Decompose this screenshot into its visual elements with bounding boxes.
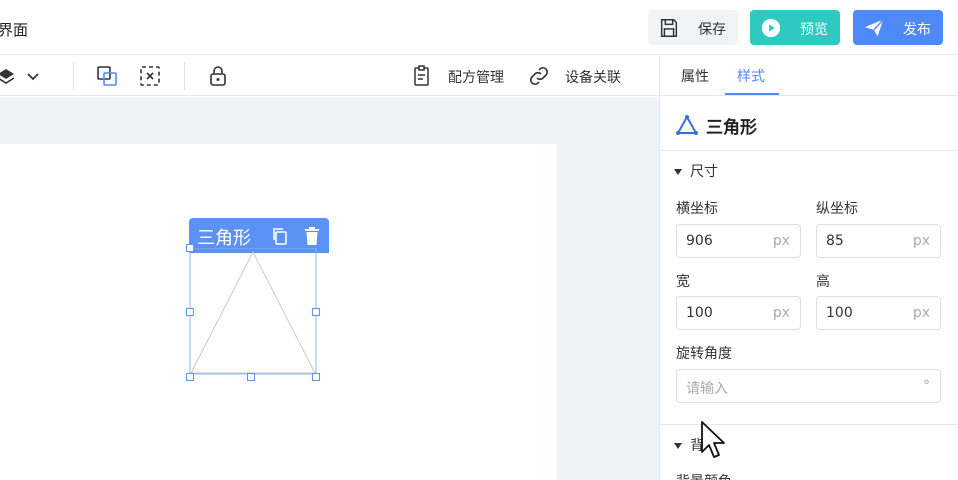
rotation-label: 旋转角度 — [676, 346, 732, 362]
section-divider — [660, 150, 958, 151]
send-icon — [864, 19, 884, 37]
caret-down-icon — [674, 443, 682, 449]
size-section-toggle[interactable]: 尺寸 — [674, 161, 718, 181]
copy-icon[interactable] — [271, 227, 289, 245]
height-input[interactable]: 100 px — [816, 296, 941, 330]
y-input[interactable]: 85 px — [816, 224, 941, 258]
y-value: 85 — [826, 233, 844, 249]
width-value: 100 — [686, 305, 713, 321]
recipe-icon[interactable] — [410, 64, 434, 88]
caret-down-icon — [674, 169, 682, 175]
lock-icon[interactable] — [206, 64, 230, 88]
resize-handle-bottom-right[interactable] — [312, 373, 320, 381]
device-association-button[interactable]: 设备关联 — [565, 67, 621, 87]
rotation-placeholder: 请输入 — [686, 381, 728, 397]
layer-icon[interactable] — [0, 64, 18, 88]
page-title: 界面 — [0, 21, 29, 39]
selected-component-title: 三角形 — [197, 228, 251, 249]
canvas-area — [0, 97, 659, 480]
width-unit: px — [772, 305, 790, 321]
editor-toolbar: 配方管理 设备关联 — [0, 56, 659, 96]
resize-handle-right[interactable] — [312, 308, 320, 316]
trash-icon[interactable] — [304, 227, 320, 245]
background-color-label: 背景颜色 — [676, 471, 732, 480]
active-tab-indicator — [725, 93, 779, 95]
component-header: 三角形 — [676, 114, 757, 138]
x-label: 横坐标 — [676, 201, 718, 217]
resize-handle-bottom[interactable] — [247, 373, 255, 381]
save-label: 保存 — [698, 22, 726, 38]
group-icon[interactable] — [95, 64, 119, 88]
x-unit: px — [772, 233, 790, 249]
tab-style[interactable]: 样式 — [737, 66, 765, 86]
resize-handle-left[interactable] — [186, 308, 194, 316]
y-label: 纵坐标 — [816, 201, 858, 217]
property-panel: 属性 样式 三角形 尺寸 横坐标 纵坐标 906 px 85 px 宽 高 10… — [659, 56, 958, 480]
preview-label: 预览 — [800, 22, 828, 38]
rotation-input[interactable]: 请输入 ° — [676, 369, 941, 403]
toolbar-divider — [184, 62, 185, 90]
link-icon[interactable] — [527, 64, 551, 88]
top-header: 界面 保存 预览 发布 — [0, 0, 958, 55]
tab-properties[interactable]: 属性 — [681, 66, 709, 86]
y-unit: px — [912, 233, 930, 249]
save-icon — [660, 19, 678, 37]
toolbar-divider — [73, 62, 74, 90]
rotation-unit: ° — [923, 378, 930, 394]
save-button[interactable]: 保存 — [648, 10, 738, 45]
x-value: 906 — [686, 233, 713, 249]
publish-label: 发布 — [903, 22, 931, 38]
preview-button[interactable]: 预览 — [750, 10, 840, 45]
height-label: 高 — [816, 274, 830, 290]
publish-button[interactable]: 发布 — [853, 10, 943, 45]
triangle-graphic — [189, 248, 317, 375]
width-input[interactable]: 100 px — [676, 296, 801, 330]
size-section-title: 尺寸 — [690, 164, 718, 180]
panel-tabs: 属性 样式 — [660, 56, 958, 96]
height-value: 100 — [826, 305, 853, 321]
triangle-shape[interactable] — [186, 244, 320, 381]
ungroup-icon[interactable] — [138, 64, 162, 88]
resize-handle-bottom-left[interactable] — [186, 373, 194, 381]
component-title: 三角形 — [706, 117, 757, 138]
height-unit: px — [912, 305, 930, 321]
triangle-icon — [676, 114, 698, 135]
resize-handle-top-left[interactable] — [186, 244, 194, 252]
recipe-management-button[interactable]: 配方管理 — [448, 67, 504, 87]
x-input[interactable]: 906 px — [676, 224, 801, 258]
play-icon — [761, 18, 781, 38]
mouse-cursor-icon — [701, 421, 725, 458]
width-label: 宽 — [676, 274, 690, 290]
chevron-down-icon[interactable] — [21, 64, 45, 88]
